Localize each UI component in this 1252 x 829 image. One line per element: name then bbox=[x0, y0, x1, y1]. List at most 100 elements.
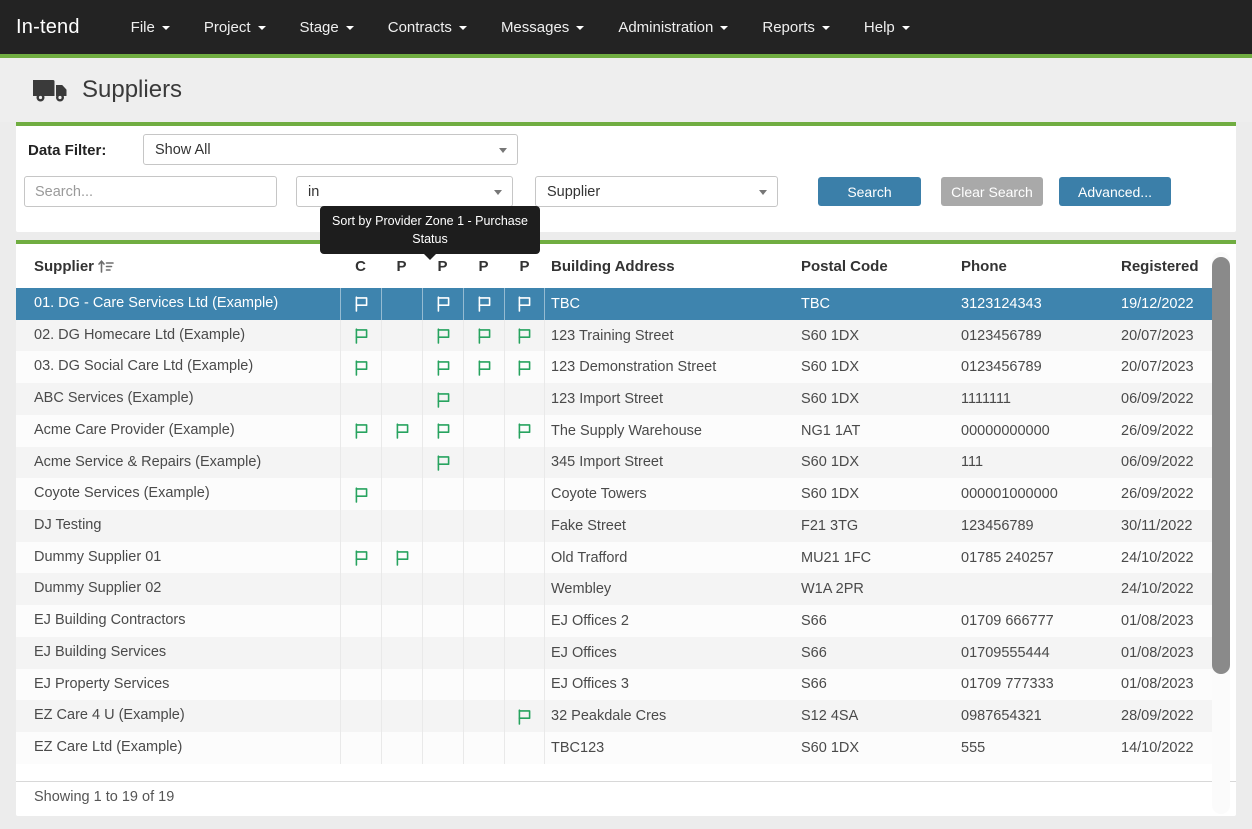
flag-cell-p3 bbox=[463, 605, 504, 637]
flag-cell-p4 bbox=[504, 573, 545, 605]
phone: 01709 666777 bbox=[955, 605, 1115, 637]
flag-cell-p3 bbox=[463, 542, 504, 574]
table-row[interactable]: 03. DG Social Care Ltd (Example) 123 Dem… bbox=[16, 351, 1212, 383]
menu-administration[interactable]: Administration bbox=[601, 0, 745, 54]
flag-icon bbox=[516, 708, 533, 725]
column-header-supplier[interactable]: Supplier bbox=[16, 258, 340, 275]
column-header-registered[interactable]: Registered bbox=[1115, 258, 1212, 275]
flag-cell-p3 bbox=[463, 478, 504, 510]
search-field-select[interactable]: Supplier bbox=[535, 176, 778, 207]
flag-cell-p2 bbox=[422, 510, 463, 542]
supplier-name: DJ Testing bbox=[16, 510, 340, 542]
table-row[interactable]: ABC Services (Example) 123 Import Street… bbox=[16, 383, 1212, 415]
registered-date: 01/08/2023 bbox=[1115, 669, 1212, 701]
chevron-down-icon bbox=[162, 26, 170, 30]
table-row[interactable]: 01. DG - Care Services Ltd (Example) TBC… bbox=[16, 288, 1212, 320]
column-header-phone[interactable]: Phone bbox=[955, 258, 1115, 275]
building-address: Fake Street bbox=[545, 510, 795, 542]
table-row[interactable]: Dummy Supplier 02 Wembley W1A 2PR 24/10/… bbox=[16, 573, 1212, 605]
flag-cell-p1 bbox=[381, 383, 422, 415]
column-header-c[interactable]: C bbox=[340, 258, 381, 275]
supplier-name: 02. DG Homecare Ltd (Example) bbox=[16, 320, 340, 352]
flag-cell-p3 bbox=[463, 447, 504, 479]
table-row[interactable]: EJ Building Services EJ Offices S66 0170… bbox=[16, 637, 1212, 669]
table-row[interactable]: DJ Testing Fake Street F21 3TG 123456789… bbox=[16, 510, 1212, 542]
table-row[interactable]: Coyote Services (Example) Coyote Towers … bbox=[16, 478, 1212, 510]
flag-cell-p4 bbox=[504, 669, 545, 701]
column-header-p1[interactable]: P bbox=[381, 258, 422, 275]
postal-code: S12 4SA bbox=[795, 700, 955, 732]
table-row[interactable]: Dummy Supplier 01 Old Trafford MU21 1FC … bbox=[16, 542, 1212, 574]
postal-code: S60 1DX bbox=[795, 447, 955, 479]
postal-code: S60 1DX bbox=[795, 732, 955, 764]
flag-cell-p2 bbox=[422, 320, 463, 352]
flag-cell-p2 bbox=[422, 700, 463, 732]
top-navbar: In-tend File Project Stage Contracts Mes… bbox=[0, 0, 1252, 54]
advanced-button[interactable]: Advanced... bbox=[1059, 177, 1171, 206]
chevron-down-icon bbox=[494, 190, 502, 195]
flag-icon bbox=[516, 327, 533, 344]
vertical-scrollbar[interactable] bbox=[1212, 252, 1230, 814]
flag-cell-p2 bbox=[422, 542, 463, 574]
column-header-postal-code[interactable]: Postal Code bbox=[795, 258, 955, 275]
building-address: 123 Demonstration Street bbox=[545, 351, 795, 383]
search-button[interactable]: Search bbox=[818, 177, 921, 206]
flag-icon bbox=[394, 422, 411, 439]
flag-cell-p3 bbox=[463, 288, 504, 320]
flag-icon bbox=[516, 359, 533, 376]
column-header-p3[interactable]: P bbox=[463, 258, 504, 275]
table-row[interactable]: Acme Care Provider (Example) The Supply … bbox=[16, 415, 1212, 447]
postal-code: S66 bbox=[795, 637, 955, 669]
data-filter-select[interactable]: Show All bbox=[143, 134, 518, 165]
flag-cell-p1 bbox=[381, 478, 422, 510]
menu-messages[interactable]: Messages bbox=[484, 0, 601, 54]
flag-cell-c bbox=[340, 320, 381, 352]
chevron-down-icon bbox=[459, 26, 467, 30]
flag-cell-p4 bbox=[504, 478, 545, 510]
supplier-name: EJ Property Services bbox=[16, 669, 340, 701]
table-row[interactable]: EZ Care 4 U (Example) 32 Peakdale Cres S… bbox=[16, 700, 1212, 732]
flag-icon bbox=[394, 549, 411, 566]
flag-cell-p4 bbox=[504, 288, 545, 320]
flag-icon bbox=[353, 327, 370, 344]
table-row[interactable]: EJ Property Services EJ Offices 3 S66 01… bbox=[16, 669, 1212, 701]
table-row[interactable]: Acme Service & Repairs (Example) 345 Imp… bbox=[16, 447, 1212, 479]
building-address: The Supply Warehouse bbox=[545, 415, 795, 447]
building-address: Coyote Towers bbox=[545, 478, 795, 510]
column-header-p4[interactable]: P bbox=[504, 258, 545, 275]
search-operator-select[interactable]: in bbox=[296, 176, 513, 207]
clear-search-button[interactable]: Clear Search bbox=[941, 177, 1043, 206]
flag-icon bbox=[353, 549, 370, 566]
flag-cell-p3 bbox=[463, 637, 504, 669]
phone: 123456789 bbox=[955, 510, 1115, 542]
phone: 0123456789 bbox=[955, 351, 1115, 383]
column-header-building-address[interactable]: Building Address bbox=[545, 258, 795, 275]
postal-code: S66 bbox=[795, 605, 955, 637]
supplier-name: Dummy Supplier 02 bbox=[16, 573, 340, 605]
table-row[interactable]: 02. DG Homecare Ltd (Example) 123 Traini… bbox=[16, 320, 1212, 352]
menu-stage[interactable]: Stage bbox=[283, 0, 371, 54]
menu-reports[interactable]: Reports bbox=[745, 0, 847, 54]
flag-cell-p1 bbox=[381, 510, 422, 542]
scrollbar-thumb[interactable] bbox=[1212, 257, 1230, 674]
menu-help[interactable]: Help bbox=[847, 0, 927, 54]
chevron-down-icon bbox=[576, 26, 584, 30]
data-filter-label: Data Filter: bbox=[28, 142, 106, 159]
flag-cell-c bbox=[340, 732, 381, 764]
flag-cell-p4 bbox=[504, 732, 545, 764]
flag-cell-p4 bbox=[504, 320, 545, 352]
building-address: EJ Offices bbox=[545, 637, 795, 669]
table-row[interactable]: EZ Care Ltd (Example) TBC123 S60 1DX 555… bbox=[16, 732, 1212, 764]
registered-date: 26/09/2022 bbox=[1115, 478, 1212, 510]
table-row[interactable]: EJ Building Contractors EJ Offices 2 S66… bbox=[16, 605, 1212, 637]
menu-contracts[interactable]: Contracts bbox=[371, 0, 484, 54]
menu-file[interactable]: File bbox=[114, 0, 187, 54]
search-input[interactable] bbox=[24, 176, 277, 207]
flag-cell-p1 bbox=[381, 732, 422, 764]
flag-cell-c bbox=[340, 415, 381, 447]
flag-cell-p3 bbox=[463, 669, 504, 701]
menu-project[interactable]: Project bbox=[187, 0, 283, 54]
building-address: 32 Peakdale Cres bbox=[545, 700, 795, 732]
flag-cell-p4 bbox=[504, 447, 545, 479]
postal-code: MU21 1FC bbox=[795, 542, 955, 574]
